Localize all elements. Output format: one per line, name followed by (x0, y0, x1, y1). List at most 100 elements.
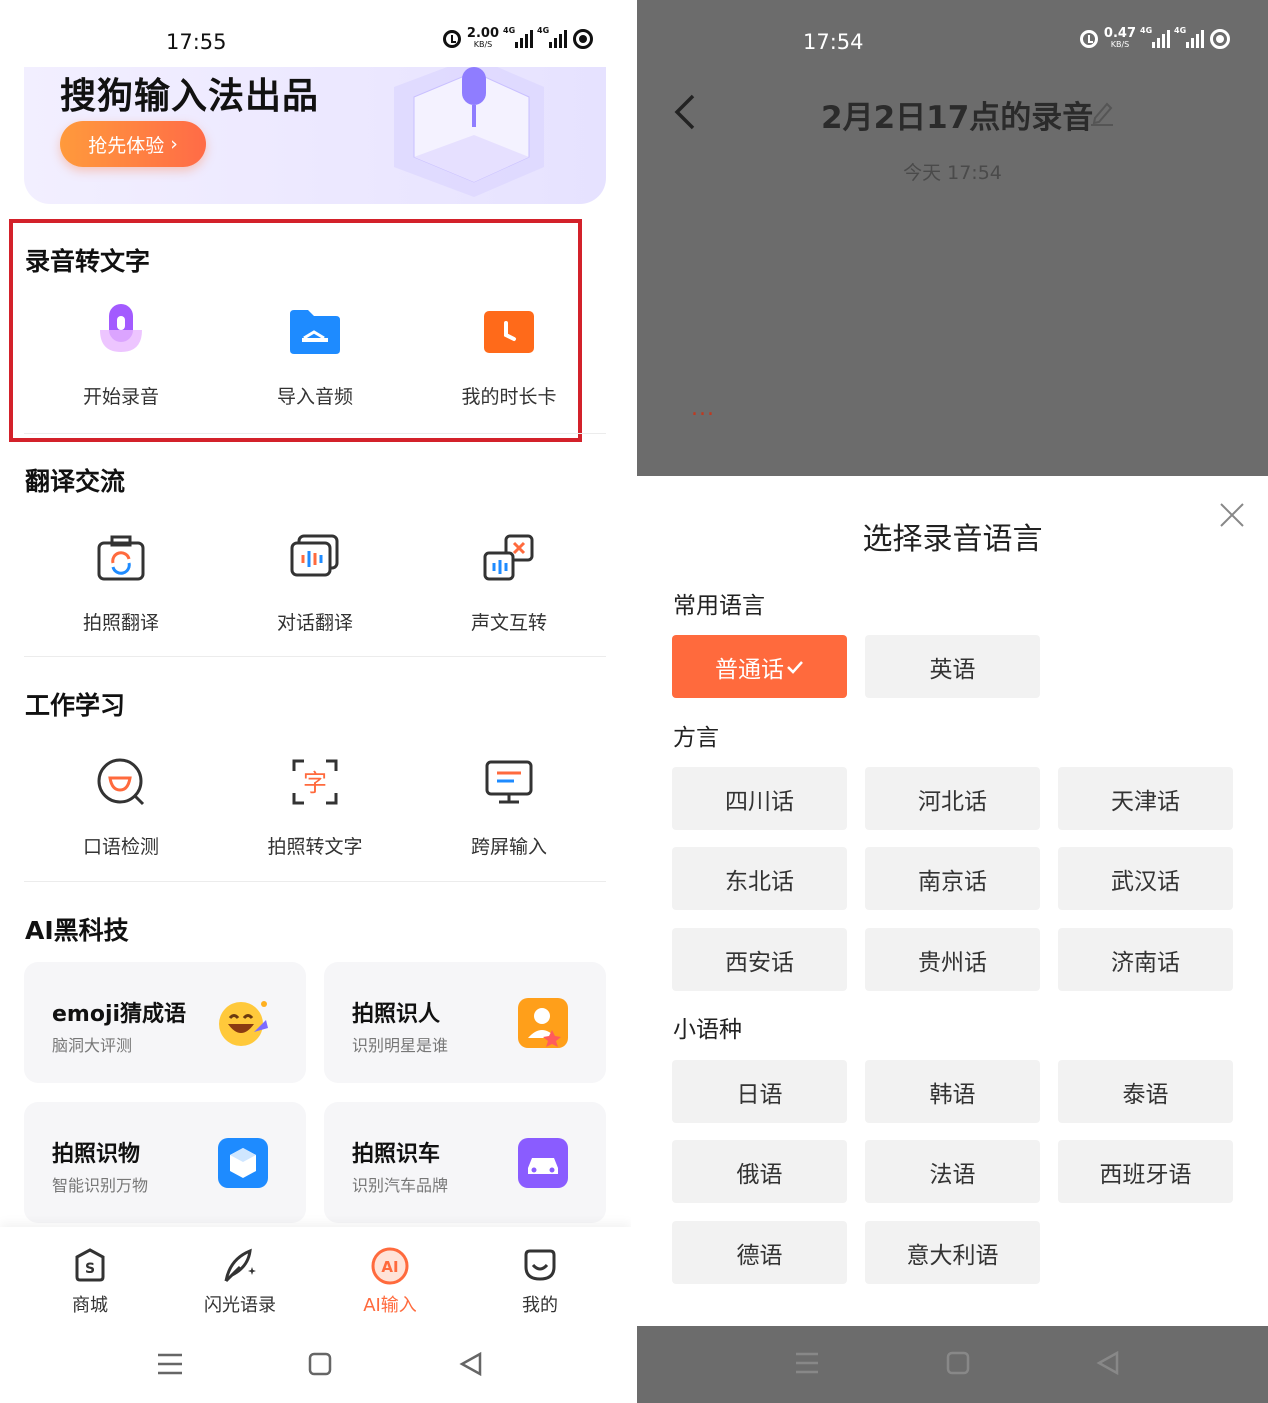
lang-option[interactable]: 东北话 (672, 847, 847, 910)
edit-pencil-icon[interactable] (1089, 98, 1115, 126)
lang-option[interactable]: 济南话 (1058, 928, 1233, 991)
close-icon[interactable] (1219, 502, 1245, 528)
lang-option[interactable]: 西班牙语 (1058, 1140, 1233, 1203)
folder-icon (290, 310, 340, 354)
left-screen: 17:55 2.00 KB/S 4G 4G 搜狗输入法出品 抢先体验 › 录音转… (0, 0, 631, 1403)
net-speed: 0.47 KB/S (1103, 26, 1136, 49)
tab-flash-quotes[interactable]: 闪光语录 (165, 1227, 315, 1327)
voice-text-icon (483, 534, 534, 581)
lang-option[interactable]: 四川话 (672, 767, 847, 830)
signal-icon: 4G (503, 26, 533, 48)
back-triangle-icon[interactable] (459, 1351, 482, 1377)
section-title-work: 工作学习 (25, 691, 126, 720)
photo-translate-button[interactable]: 拍照翻译 (24, 528, 218, 635)
system-nav-bar (637, 1326, 1268, 1403)
shop-bag-icon: S (75, 1248, 105, 1282)
oral-test-button[interactable]: 口语检测 (24, 752, 218, 859)
status-time: 17:54 (803, 30, 864, 54)
photo-to-text-button[interactable]: 字 拍照转文字 (218, 752, 412, 859)
lang-option[interactable]: 西安话 (672, 928, 847, 991)
system-nav-icons (158, 1351, 482, 1377)
scan-text-icon: 字 (292, 759, 338, 805)
person-scan-icon (518, 998, 568, 1048)
recording-time: 今天 17:54 (903, 162, 1002, 184)
feather-pen-icon (224, 1248, 256, 1283)
status-icons: 2.00 KB/S 4G 4G (442, 26, 593, 50)
try-now-button[interactable]: 抢先体验 › (60, 121, 206, 167)
section-title-ai: AI黑科技 (25, 916, 129, 945)
location-icon (1210, 29, 1230, 49)
lang-option[interactable]: 南京话 (865, 847, 1040, 910)
lang-option[interactable]: 天津话 (1058, 767, 1233, 830)
language-select-sheet: 选择录音语言 常用语言 普通话 英语 方言 四川话 河北话 天津话 东北话 南京… (637, 476, 1268, 1326)
lang-option[interactable]: 德语 (672, 1221, 847, 1284)
status-time: 17:55 (166, 30, 227, 54)
menu-icon[interactable] (796, 1352, 818, 1374)
lang-option[interactable]: 泰语 (1058, 1060, 1233, 1123)
status-icons: 0.47 KB/S 4G 4G (1079, 26, 1230, 50)
photo-recognize-person-card[interactable]: 拍照识人 识别明星是谁 (324, 962, 606, 1083)
tab-ai-input[interactable]: AI AI输入 (315, 1227, 465, 1327)
emoji-idiom-card[interactable]: emoji猜成语 脑洞大评测 (24, 962, 306, 1083)
net-speed: 2.00 KB/S (466, 26, 499, 49)
group-title-dialect: 方言 (673, 725, 719, 751)
back-arrow-icon[interactable] (667, 92, 703, 132)
start-recording-button[interactable]: 开始录音 (24, 302, 218, 409)
voice-text-convert-button[interactable]: 声文互转 (412, 528, 606, 635)
lang-option[interactable]: 法语 (865, 1140, 1040, 1203)
sheet-title: 选择录音语言 (862, 522, 1043, 557)
lang-option[interactable]: 河北话 (865, 767, 1040, 830)
bottom-tab-bar: S 商城 闪光语录 AI AI输入 我的 (0, 1227, 631, 1327)
banner-title: 搜狗输入法出品 (60, 76, 320, 117)
photo-recognize-object-card[interactable]: 拍照识物 智能识别万物 (24, 1102, 306, 1223)
status-bar: 17:55 2.00 KB/S 4G 4G (0, 22, 631, 62)
import-audio-button[interactable]: 导入音频 (218, 302, 412, 409)
dialogue-translate-button[interactable]: 对话翻译 (218, 528, 412, 635)
lang-option-english[interactable]: 英语 (865, 635, 1040, 698)
ai-input-icon: AI (371, 1247, 409, 1285)
back-triangle-icon[interactable] (1096, 1350, 1119, 1376)
lang-option[interactable]: 武汉话 (1058, 847, 1233, 910)
divider (24, 433, 606, 434)
smile-profile-icon (524, 1249, 556, 1281)
lang-option-mandarin[interactable]: 普通话 (672, 635, 847, 698)
system-nav-bar (0, 1327, 631, 1403)
lang-option[interactable]: 韩语 (865, 1060, 1040, 1123)
svg-text:AI: AI (381, 1258, 398, 1276)
divider (24, 881, 606, 882)
lang-option[interactable]: 日语 (672, 1060, 847, 1123)
monitor-icon (485, 760, 533, 804)
signal-icon: 4G (537, 26, 567, 48)
home-icon[interactable] (946, 1351, 970, 1375)
section-title-translate: 翻译交流 (25, 467, 126, 496)
clock-card-icon (484, 311, 534, 353)
cube-scan-icon (218, 1138, 268, 1188)
photo-recognize-car-card[interactable]: 拍照识车 识别汽车品牌 (324, 1102, 606, 1223)
group-title-common: 常用语言 (673, 593, 765, 619)
signal-icon: 4G (1174, 26, 1204, 48)
location-icon (573, 29, 593, 49)
alarm-icon (442, 30, 461, 48)
lang-option[interactable]: 意大利语 (865, 1221, 1040, 1284)
lang-option[interactable]: 贵州话 (865, 928, 1040, 991)
microphone-icon (100, 304, 142, 352)
tab-mine[interactable]: 我的 (465, 1227, 615, 1327)
loading-dots: ... (691, 396, 715, 421)
section-title-record: 录音转文字 (25, 247, 151, 276)
dimmed-recording-page[interactable]: 17:54 0.47 KB/S 4G 4G 2月2日17点的录音 今天 17:5… (637, 0, 1268, 476)
home-icon[interactable] (308, 1352, 332, 1376)
svg-text:S: S (85, 1261, 95, 1277)
promo-banner[interactable]: 搜狗输入法出品 抢先体验 › (24, 67, 606, 204)
menu-icon[interactable] (158, 1353, 182, 1375)
system-nav-icons (796, 1350, 1119, 1376)
speech-check-icon (97, 758, 145, 806)
divider (24, 656, 606, 657)
chat-translate-icon (290, 534, 339, 577)
cross-screen-input-button[interactable]: 跨屏输入 (412, 752, 606, 859)
camera-translate-icon (97, 535, 145, 581)
chevron-right-icon: › (170, 133, 178, 155)
lang-option[interactable]: 俄语 (672, 1140, 847, 1203)
emoji-face-icon (219, 1001, 268, 1046)
tab-mall[interactable]: S 商城 (15, 1227, 165, 1327)
my-duration-card-button[interactable]: 我的时长卡 (412, 302, 606, 409)
